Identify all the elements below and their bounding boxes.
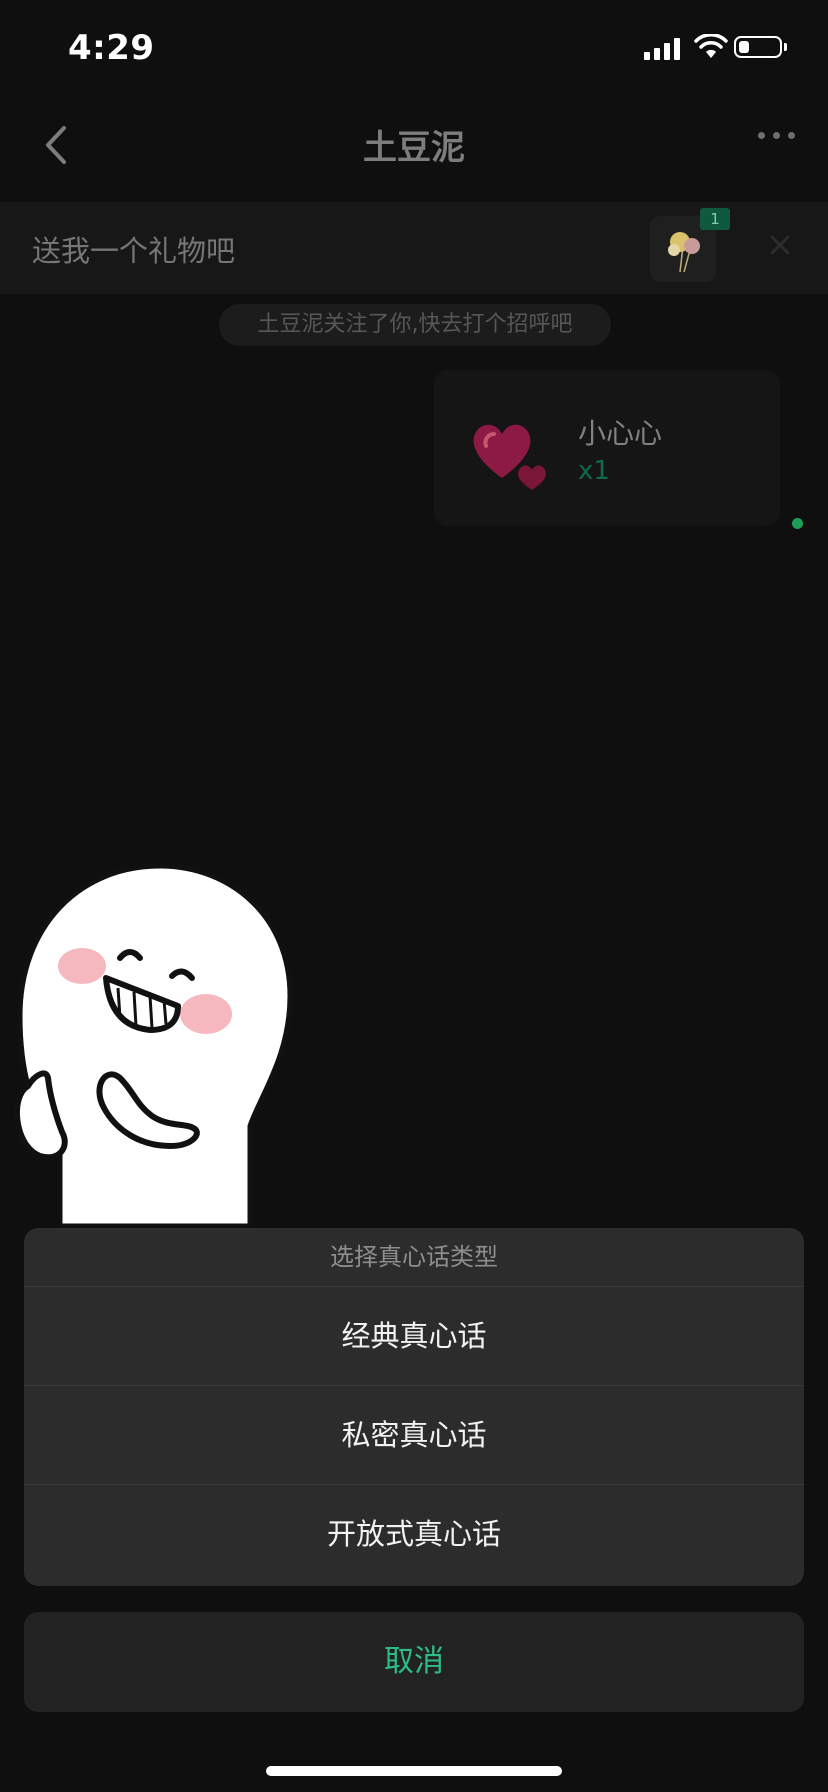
wifi-icon <box>694 34 728 58</box>
close-icon[interactable] <box>765 230 795 260</box>
gift-count-badge: 1 <box>700 208 730 230</box>
gift-request-banner[interactable]: 送我一个礼物吧 1 <box>0 202 828 294</box>
more-dots-icon[interactable] <box>758 132 798 142</box>
option-open-truth[interactable]: 开放式真心话 <box>24 1485 804 1584</box>
battery-tip <box>784 43 787 51</box>
gift-banner-text: 送我一个礼物吧 <box>32 234 236 268</box>
gift-message-bubble[interactable]: 小心心 x1 <box>434 370 780 526</box>
status-icons <box>644 34 794 64</box>
cancel-button[interactable]: 取消 <box>24 1612 804 1712</box>
status-time: 4:29 <box>68 28 155 68</box>
option-private-truth[interactable]: 私密真心话 <box>24 1386 804 1485</box>
action-sheet-title: 选择真心话类型 <box>24 1228 804 1287</box>
gift-quantity: x1 <box>578 456 610 486</box>
page-title: 土豆泥 <box>363 128 465 168</box>
truth-type-action-sheet: 选择真心话类型 经典真心话 私密真心话 开放式真心话 <box>24 1228 804 1586</box>
gift-name: 小心心 <box>578 417 663 450</box>
sent-status-dot <box>792 518 803 529</box>
system-notice: 土豆泥关注了你,快去打个招呼吧 <box>219 304 611 346</box>
battery-icon <box>734 36 782 58</box>
home-indicator[interactable] <box>266 1766 562 1776</box>
heart-gift-icon <box>473 424 546 490</box>
cellular-signal-icon <box>644 38 682 60</box>
nav-bar: 土豆泥 <box>0 90 828 200</box>
smiling-blob-sticker[interactable] <box>0 846 312 1226</box>
option-classic-truth[interactable]: 经典真心话 <box>24 1287 804 1386</box>
